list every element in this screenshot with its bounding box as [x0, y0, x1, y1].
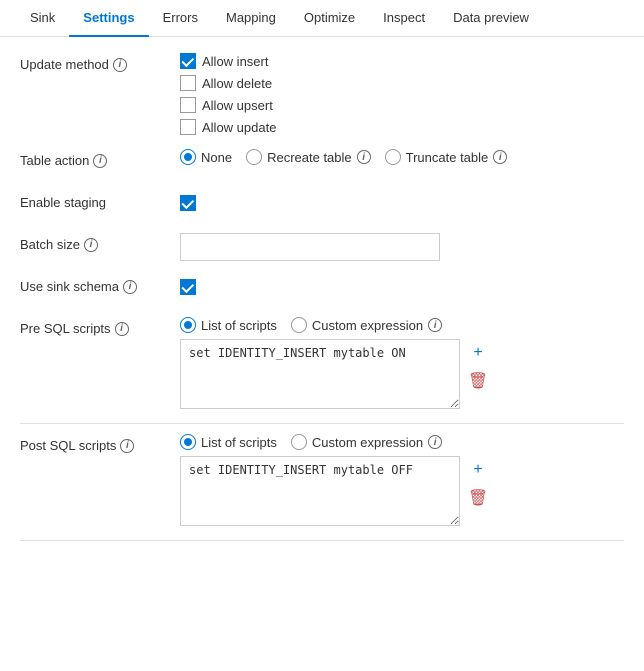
allow-update-row: Allow update [180, 119, 624, 135]
post-sql-custom-expression[interactable]: Custom expression i [291, 434, 442, 450]
post-sql-delete-button[interactable]: 🗑 [466, 486, 490, 510]
use-sink-schema-controls [180, 275, 624, 295]
allow-update-checkbox[interactable] [180, 119, 196, 135]
allow-insert-row: Allow insert [180, 53, 624, 69]
pre-sql-textarea[interactable]: set IDENTITY_INSERT mytable ON [180, 339, 460, 409]
allow-delete-label: Allow delete [202, 76, 272, 91]
pre-sql-scripts-label: Pre SQL scripts i [20, 317, 180, 336]
batch-size-row: Batch size i [20, 233, 624, 261]
update-method-info-icon: i [113, 58, 127, 72]
post-sql-list-label: List of scripts [201, 435, 277, 450]
pre-sql-delete-button[interactable]: 🗑 [466, 369, 490, 393]
use-sink-schema-row: Use sink schema i [20, 275, 624, 303]
post-sql-scripts-row: Post SQL scripts i List of scripts Custo… [20, 434, 624, 526]
table-action-truncate-radio[interactable] [385, 149, 401, 165]
use-sink-schema-checkbox[interactable] [180, 279, 196, 295]
tab-errors[interactable]: Errors [149, 0, 212, 37]
pre-sql-custom-label: Custom expression [312, 318, 423, 333]
pre-sql-scripts-row: Pre SQL scripts i List of scripts Custom… [20, 317, 624, 409]
update-method-row: Update method i Allow insert Allow delet… [20, 53, 624, 135]
post-sql-add-button[interactable]: + [466, 458, 490, 482]
allow-insert-checkbox[interactable] [180, 53, 196, 69]
post-sql-textarea[interactable]: set IDENTITY_INSERT mytable OFF [180, 456, 460, 526]
batch-size-info-icon: i [84, 238, 98, 252]
post-sql-scripts-label: Post SQL scripts i [20, 434, 180, 453]
post-sql-list-of-scripts[interactable]: List of scripts [180, 434, 277, 450]
enable-staging-controls [180, 191, 624, 211]
pre-sql-list-label: List of scripts [201, 318, 277, 333]
pre-sql-custom-expression[interactable]: Custom expression i [291, 317, 442, 333]
allow-upsert-checkbox[interactable] [180, 97, 196, 113]
pre-sql-scripts-controls: List of scripts Custom expression i set … [180, 317, 624, 409]
tab-sink[interactable]: Sink [16, 0, 69, 37]
allow-update-label: Allow update [202, 120, 276, 135]
post-sql-custom-label: Custom expression [312, 435, 423, 450]
post-sql-scripts-controls: List of scripts Custom expression i set … [180, 434, 624, 526]
allow-upsert-label: Allow upsert [202, 98, 273, 113]
post-sql-scripts-info-icon: i [120, 439, 134, 453]
allow-delete-checkbox[interactable] [180, 75, 196, 91]
table-action-truncate[interactable]: Truncate table i [385, 149, 508, 165]
pre-sql-custom-radio[interactable] [291, 317, 307, 333]
table-action-none-radio[interactable] [180, 149, 196, 165]
recreate-table-info-icon: i [357, 150, 371, 164]
pre-sql-actions: + 🗑 [466, 339, 490, 393]
table-action-controls: None Recreate table i Truncate table i [180, 149, 624, 165]
section-divider-2 [20, 540, 624, 541]
post-sql-radio-group: List of scripts Custom expression i [180, 434, 624, 450]
table-action-truncate-label: Truncate table [406, 150, 489, 165]
pre-sql-scripts-info-icon: i [115, 322, 129, 336]
tab-bar: Sink Settings Errors Mapping Optimize In… [0, 0, 644, 37]
tab-inspect[interactable]: Inspect [369, 0, 439, 37]
update-method-label: Update method i [20, 53, 180, 72]
tab-data-preview[interactable]: Data preview [439, 0, 543, 37]
batch-size-label: Batch size i [20, 233, 180, 252]
table-action-info-icon: i [93, 154, 107, 168]
pre-sql-script-block: set IDENTITY_INSERT mytable ON + 🗑 [180, 339, 624, 409]
pre-sql-list-radio[interactable] [180, 317, 196, 333]
table-action-label: Table action i [20, 149, 180, 168]
pre-sql-radio-group: List of scripts Custom expression i [180, 317, 624, 333]
table-action-recreate-radio[interactable] [246, 149, 262, 165]
post-sql-list-radio[interactable] [180, 434, 196, 450]
pre-sql-add-button[interactable]: + [466, 341, 490, 365]
enable-staging-row: Enable staging [20, 191, 624, 219]
tab-optimize[interactable]: Optimize [290, 0, 369, 37]
post-sql-script-block: set IDENTITY_INSERT mytable OFF + 🗑 [180, 456, 624, 526]
table-action-recreate-label: Recreate table [267, 150, 352, 165]
truncate-table-info-icon: i [493, 150, 507, 164]
table-action-none-label: None [201, 150, 232, 165]
table-action-none[interactable]: None [180, 149, 232, 165]
update-method-controls: Allow insert Allow delete Allow upsert A… [180, 53, 624, 135]
allow-insert-label: Allow insert [202, 54, 268, 69]
use-sink-schema-label: Use sink schema i [20, 275, 180, 294]
tab-mapping[interactable]: Mapping [212, 0, 290, 37]
pre-sql-list-of-scripts[interactable]: List of scripts [180, 317, 277, 333]
table-action-radio-group: None Recreate table i Truncate table i [180, 149, 624, 165]
allow-upsert-row: Allow upsert [180, 97, 624, 113]
settings-content: Update method i Allow insert Allow delet… [0, 37, 644, 567]
batch-size-controls [180, 233, 624, 261]
use-sink-schema-info-icon: i [123, 280, 137, 294]
post-sql-custom-radio[interactable] [291, 434, 307, 450]
tab-settings[interactable]: Settings [69, 0, 148, 37]
pre-sql-custom-info-icon: i [428, 318, 442, 332]
table-action-row: Table action i None Recreate table i Tru… [20, 149, 624, 177]
post-sql-actions: + 🗑 [466, 456, 490, 510]
enable-staging-checkbox[interactable] [180, 195, 196, 211]
batch-size-input[interactable] [180, 233, 440, 261]
section-divider-1 [20, 423, 624, 424]
table-action-recreate[interactable]: Recreate table i [246, 149, 371, 165]
enable-staging-label: Enable staging [20, 191, 180, 210]
allow-delete-row: Allow delete [180, 75, 624, 91]
post-sql-custom-info-icon: i [428, 435, 442, 449]
